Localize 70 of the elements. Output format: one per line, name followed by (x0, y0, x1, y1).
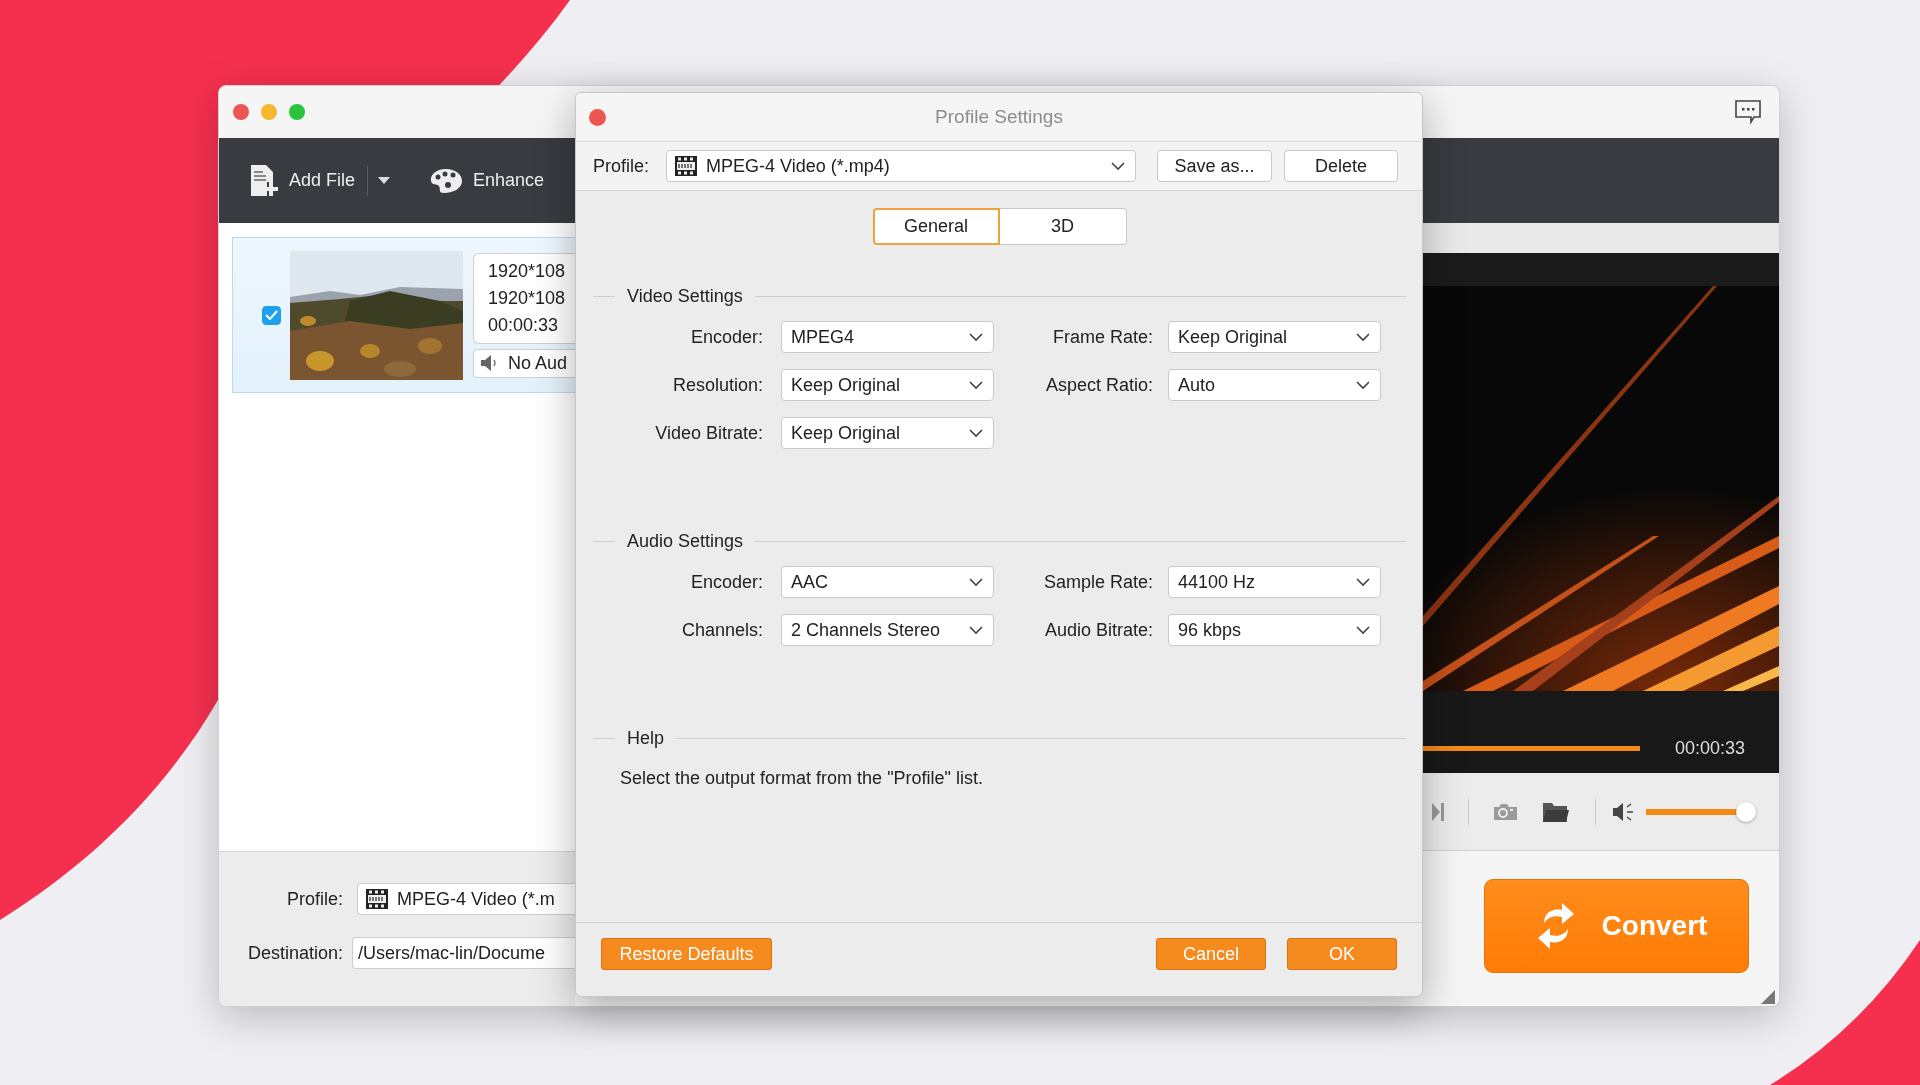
tab[interactable]: 3D (999, 208, 1127, 245)
close-button[interactable] (589, 108, 606, 126)
delete-button[interactable]: Delete (1284, 150, 1399, 182)
save-as-button[interactable]: Save as... (1157, 150, 1273, 182)
destination-label: Destination: (246, 942, 343, 964)
chevron-down-icon (969, 332, 983, 342)
dropdown[interactable]: 96 kbps (1168, 614, 1381, 646)
chevron-down-icon (1356, 577, 1370, 587)
profile-label: Profile: (593, 155, 650, 177)
message-icon[interactable] (1735, 100, 1761, 124)
field-label: Aspect Ratio: (1044, 374, 1154, 396)
file-info-text: 00:00:33 (488, 313, 560, 337)
chevron-down-icon (969, 625, 983, 635)
field-label: Resolution: (671, 374, 764, 396)
zoom-button[interactable] (289, 104, 305, 120)
file-info-text: 1920*108 (488, 286, 567, 310)
folder-icon[interactable] (1543, 801, 1569, 822)
field-label: Video Bitrate: (654, 422, 764, 444)
dropdown[interactable]: 44100 Hz (1168, 566, 1381, 598)
tab[interactable]: General (872, 208, 1000, 245)
help-text: Select the output format from the "Profile" list. (620, 768, 984, 789)
dropdown[interactable]: 2 Channels Stereo (781, 614, 994, 646)
dropdown[interactable]: Keep Original (1168, 321, 1381, 353)
profile-label: Profile: (285, 888, 343, 910)
chevron-down-icon (1356, 625, 1370, 635)
add-file-button[interactable]: Add File (250, 163, 356, 198)
volume-slider[interactable] (1646, 801, 1756, 822)
dropdown[interactable]: Keep Original (781, 417, 994, 449)
minimize-button[interactable] (261, 104, 277, 120)
chevron-down-icon (969, 577, 983, 587)
section-heading: Help (627, 727, 665, 749)
section-heading: Audio Settings (627, 530, 744, 552)
file-item[interactable]: 1920*108 1920*108 00:00:33 No Aud (232, 237, 575, 393)
dialog-title: Profile Settings (934, 106, 1064, 128)
dropdown[interactable]: MPEG4 (781, 321, 994, 353)
volume-thumb[interactable] (1736, 801, 1756, 822)
field-label: Sample Rate: (1042, 571, 1154, 593)
speaker-icon (480, 354, 498, 372)
field-label: Audio Bitrate: (1043, 619, 1154, 641)
resize-grip-icon[interactable] (1761, 990, 1775, 1004)
profile-dropdown[interactable]: MPEG-4 Video (*.m (357, 883, 575, 915)
add-file-icon (250, 163, 279, 198)
field-label: Encoder: (689, 326, 764, 348)
audio-track-dropdown[interactable]: No Aud (473, 348, 575, 378)
chevron-down-icon (969, 428, 983, 438)
destination-field[interactable]: /Users/mac-lin/Docume (352, 937, 575, 969)
checkbox[interactable] (262, 305, 281, 325)
chevron-down-icon (1111, 161, 1126, 171)
field-label: Channels: (680, 619, 764, 641)
file-info-text: 1920*108 (488, 259, 567, 283)
camera-icon[interactable] (1494, 803, 1517, 820)
profile-dropdown[interactable]: MPEG-4 Video (*.mp4) (666, 150, 1137, 182)
dropdown[interactable]: Auto (1168, 369, 1381, 401)
palette-icon (430, 167, 464, 194)
film-icon (366, 889, 388, 909)
field-label: Encoder: (689, 571, 764, 593)
dropdown[interactable]: Keep Original (781, 369, 994, 401)
field-label: Frame Rate: (1051, 326, 1154, 348)
progress-bar[interactable] (1423, 745, 1640, 751)
close-button[interactable] (233, 104, 249, 120)
chevron-down-icon (1356, 332, 1370, 342)
chevron-down-icon (969, 380, 983, 390)
dropdown[interactable]: AAC (781, 566, 994, 598)
section-heading: Video Settings (627, 285, 743, 307)
chevron-down-icon (1356, 380, 1370, 390)
caret-down-icon[interactable] (378, 177, 391, 184)
film-icon (675, 156, 698, 176)
time-display: 00:00:33 (1675, 737, 1746, 759)
skip-end-icon[interactable] (1432, 802, 1444, 821)
enhance-button[interactable]: Enhance (430, 167, 545, 194)
